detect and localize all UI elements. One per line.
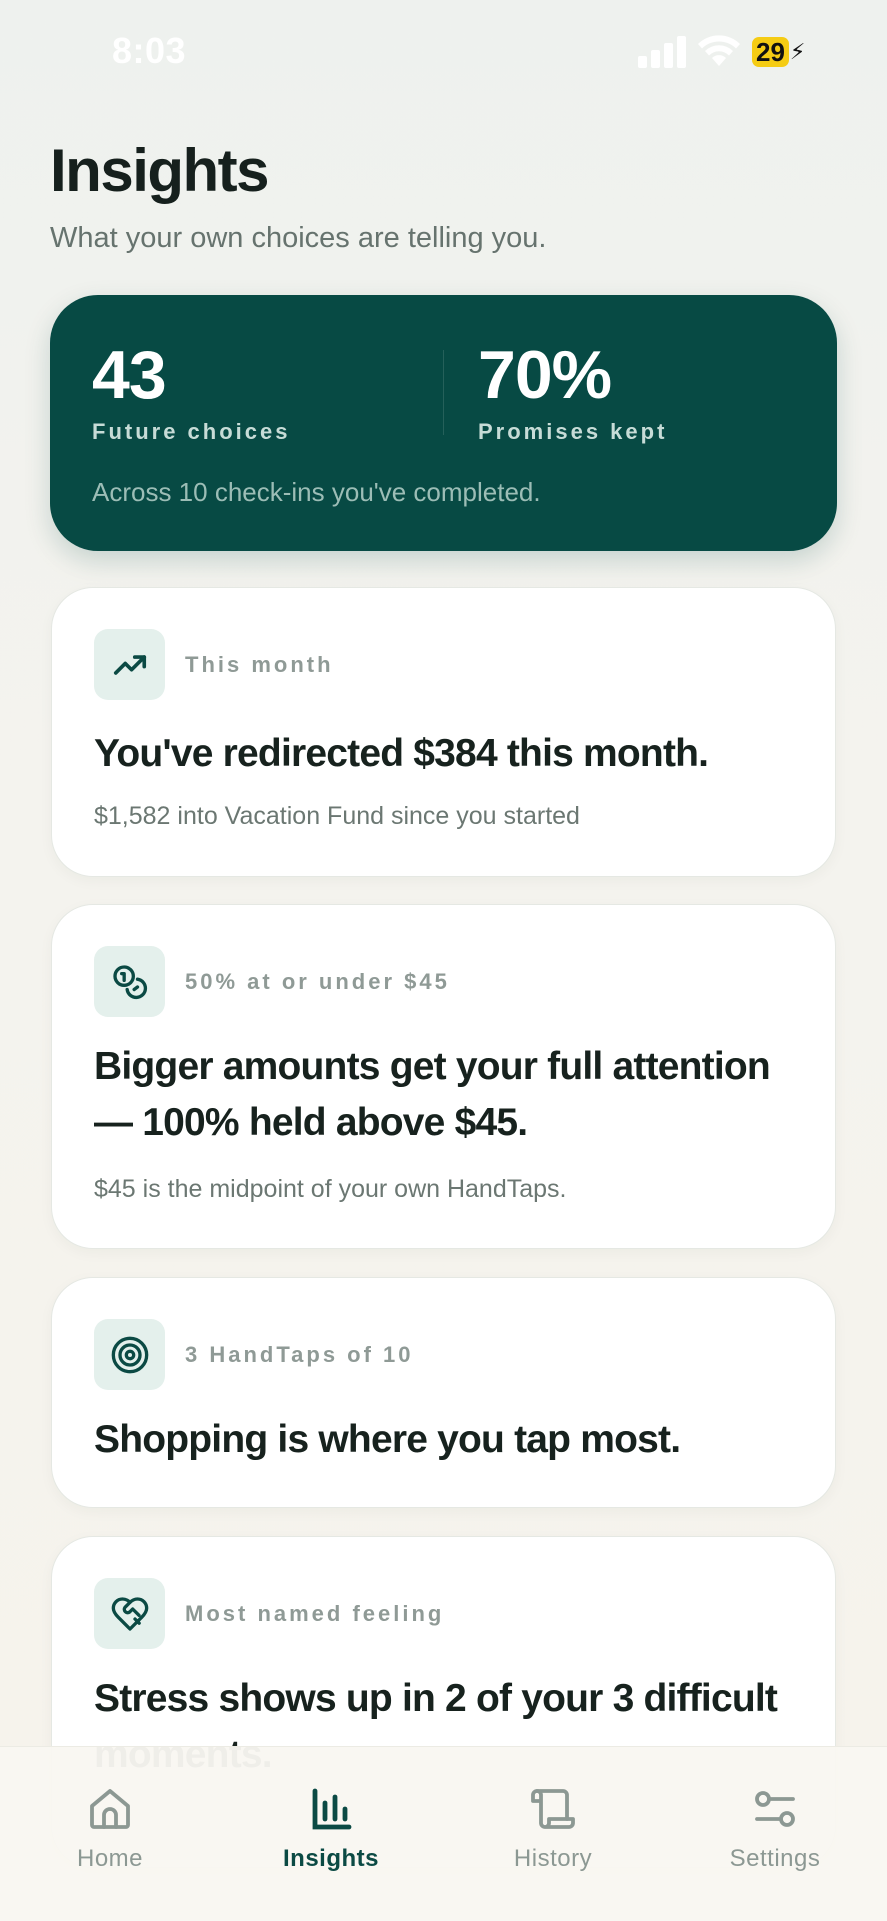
- scroll-icon: [531, 1789, 575, 1829]
- insight-card-bigger-amounts[interactable]: 50% at or under $45 Bigger amounts get y…: [51, 904, 836, 1249]
- card-headline: You've redirected $384 this month.: [94, 732, 709, 775]
- coins-icon: [94, 946, 165, 1017]
- battery-indicator: 29 ⚡: [752, 36, 805, 68]
- card-detail: $1,582 into Vacation Fund since you star…: [94, 802, 580, 830]
- future-choices-stat: 43 Future choices: [92, 335, 290, 445]
- insight-card-monthly-redirect[interactable]: This month You've redirected $384 this m…: [51, 587, 836, 877]
- home-icon: [90, 1789, 130, 1829]
- status-bar: 8:03 29 ⚡: [0, 0, 887, 104]
- stats-divider: [443, 350, 444, 435]
- stats-summary-card: 43 Future choices 70% Promises kept Acro…: [50, 295, 837, 551]
- heart-handshake-icon: [94, 1578, 165, 1649]
- card-eyebrow: Most named feeling: [185, 1601, 445, 1626]
- page-title: Insights: [50, 137, 270, 204]
- tab-label: Insights: [282, 1845, 379, 1872]
- charging-bolt-icon: ⚡: [789, 39, 806, 64]
- promises-kept-label: Promises kept: [478, 419, 668, 444]
- card-detail: $45 is the midpoint of your own HandTaps…: [94, 1175, 567, 1203]
- sliders-icon: [755, 1791, 795, 1827]
- card-headline: Shopping is where you tap most.: [94, 1418, 681, 1461]
- tab-settings[interactable]: Settings: [685, 1785, 865, 1873]
- tab-insights[interactable]: Insights: [241, 1785, 421, 1873]
- wifi-icon: [698, 35, 740, 66]
- card-eyebrow: This month: [185, 652, 334, 677]
- tab-home[interactable]: Home: [20, 1785, 200, 1873]
- promises-kept-value: 70%: [478, 337, 612, 413]
- future-choices-value: 43: [92, 337, 167, 413]
- bottom-tab-bar: Home Insights History Settings: [0, 1746, 887, 1921]
- stats-note: Across 10 check-ins you've completed.: [92, 477, 541, 507]
- tab-history[interactable]: History: [463, 1785, 643, 1873]
- tab-label: Settings: [729, 1845, 821, 1872]
- promises-kept-stat: 70% Promises kept: [478, 335, 667, 445]
- card-eyebrow: 50% at or under $45: [185, 969, 450, 994]
- card-headline: Bigger amounts get your full attention —…: [94, 1045, 771, 1144]
- future-choices-label: Future choices: [92, 419, 291, 444]
- tab-label: History: [513, 1845, 593, 1872]
- status-time: 8:03: [112, 30, 187, 71]
- bar-chart-icon: [312, 1788, 352, 1830]
- cellular-signal-icon: [638, 34, 686, 68]
- tab-label: Home: [76, 1845, 144, 1872]
- trending-up-icon: [94, 629, 165, 700]
- page-subtitle: What your own choices are telling you.: [50, 222, 547, 254]
- insight-card-top-category[interactable]: 3 HandTaps of 10 Shopping is where you t…: [51, 1277, 836, 1508]
- battery-level: 29: [752, 37, 789, 67]
- card-eyebrow: 3 HandTaps of 10: [185, 1342, 414, 1367]
- target-icon: [94, 1319, 165, 1390]
